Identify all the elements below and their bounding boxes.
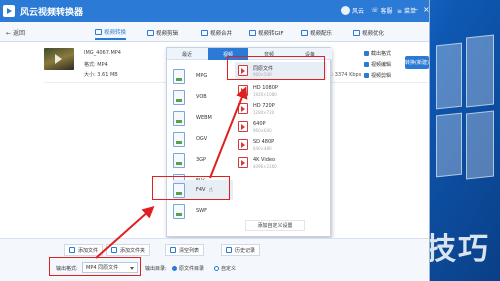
- annotation-arrows: [95, 86, 248, 259]
